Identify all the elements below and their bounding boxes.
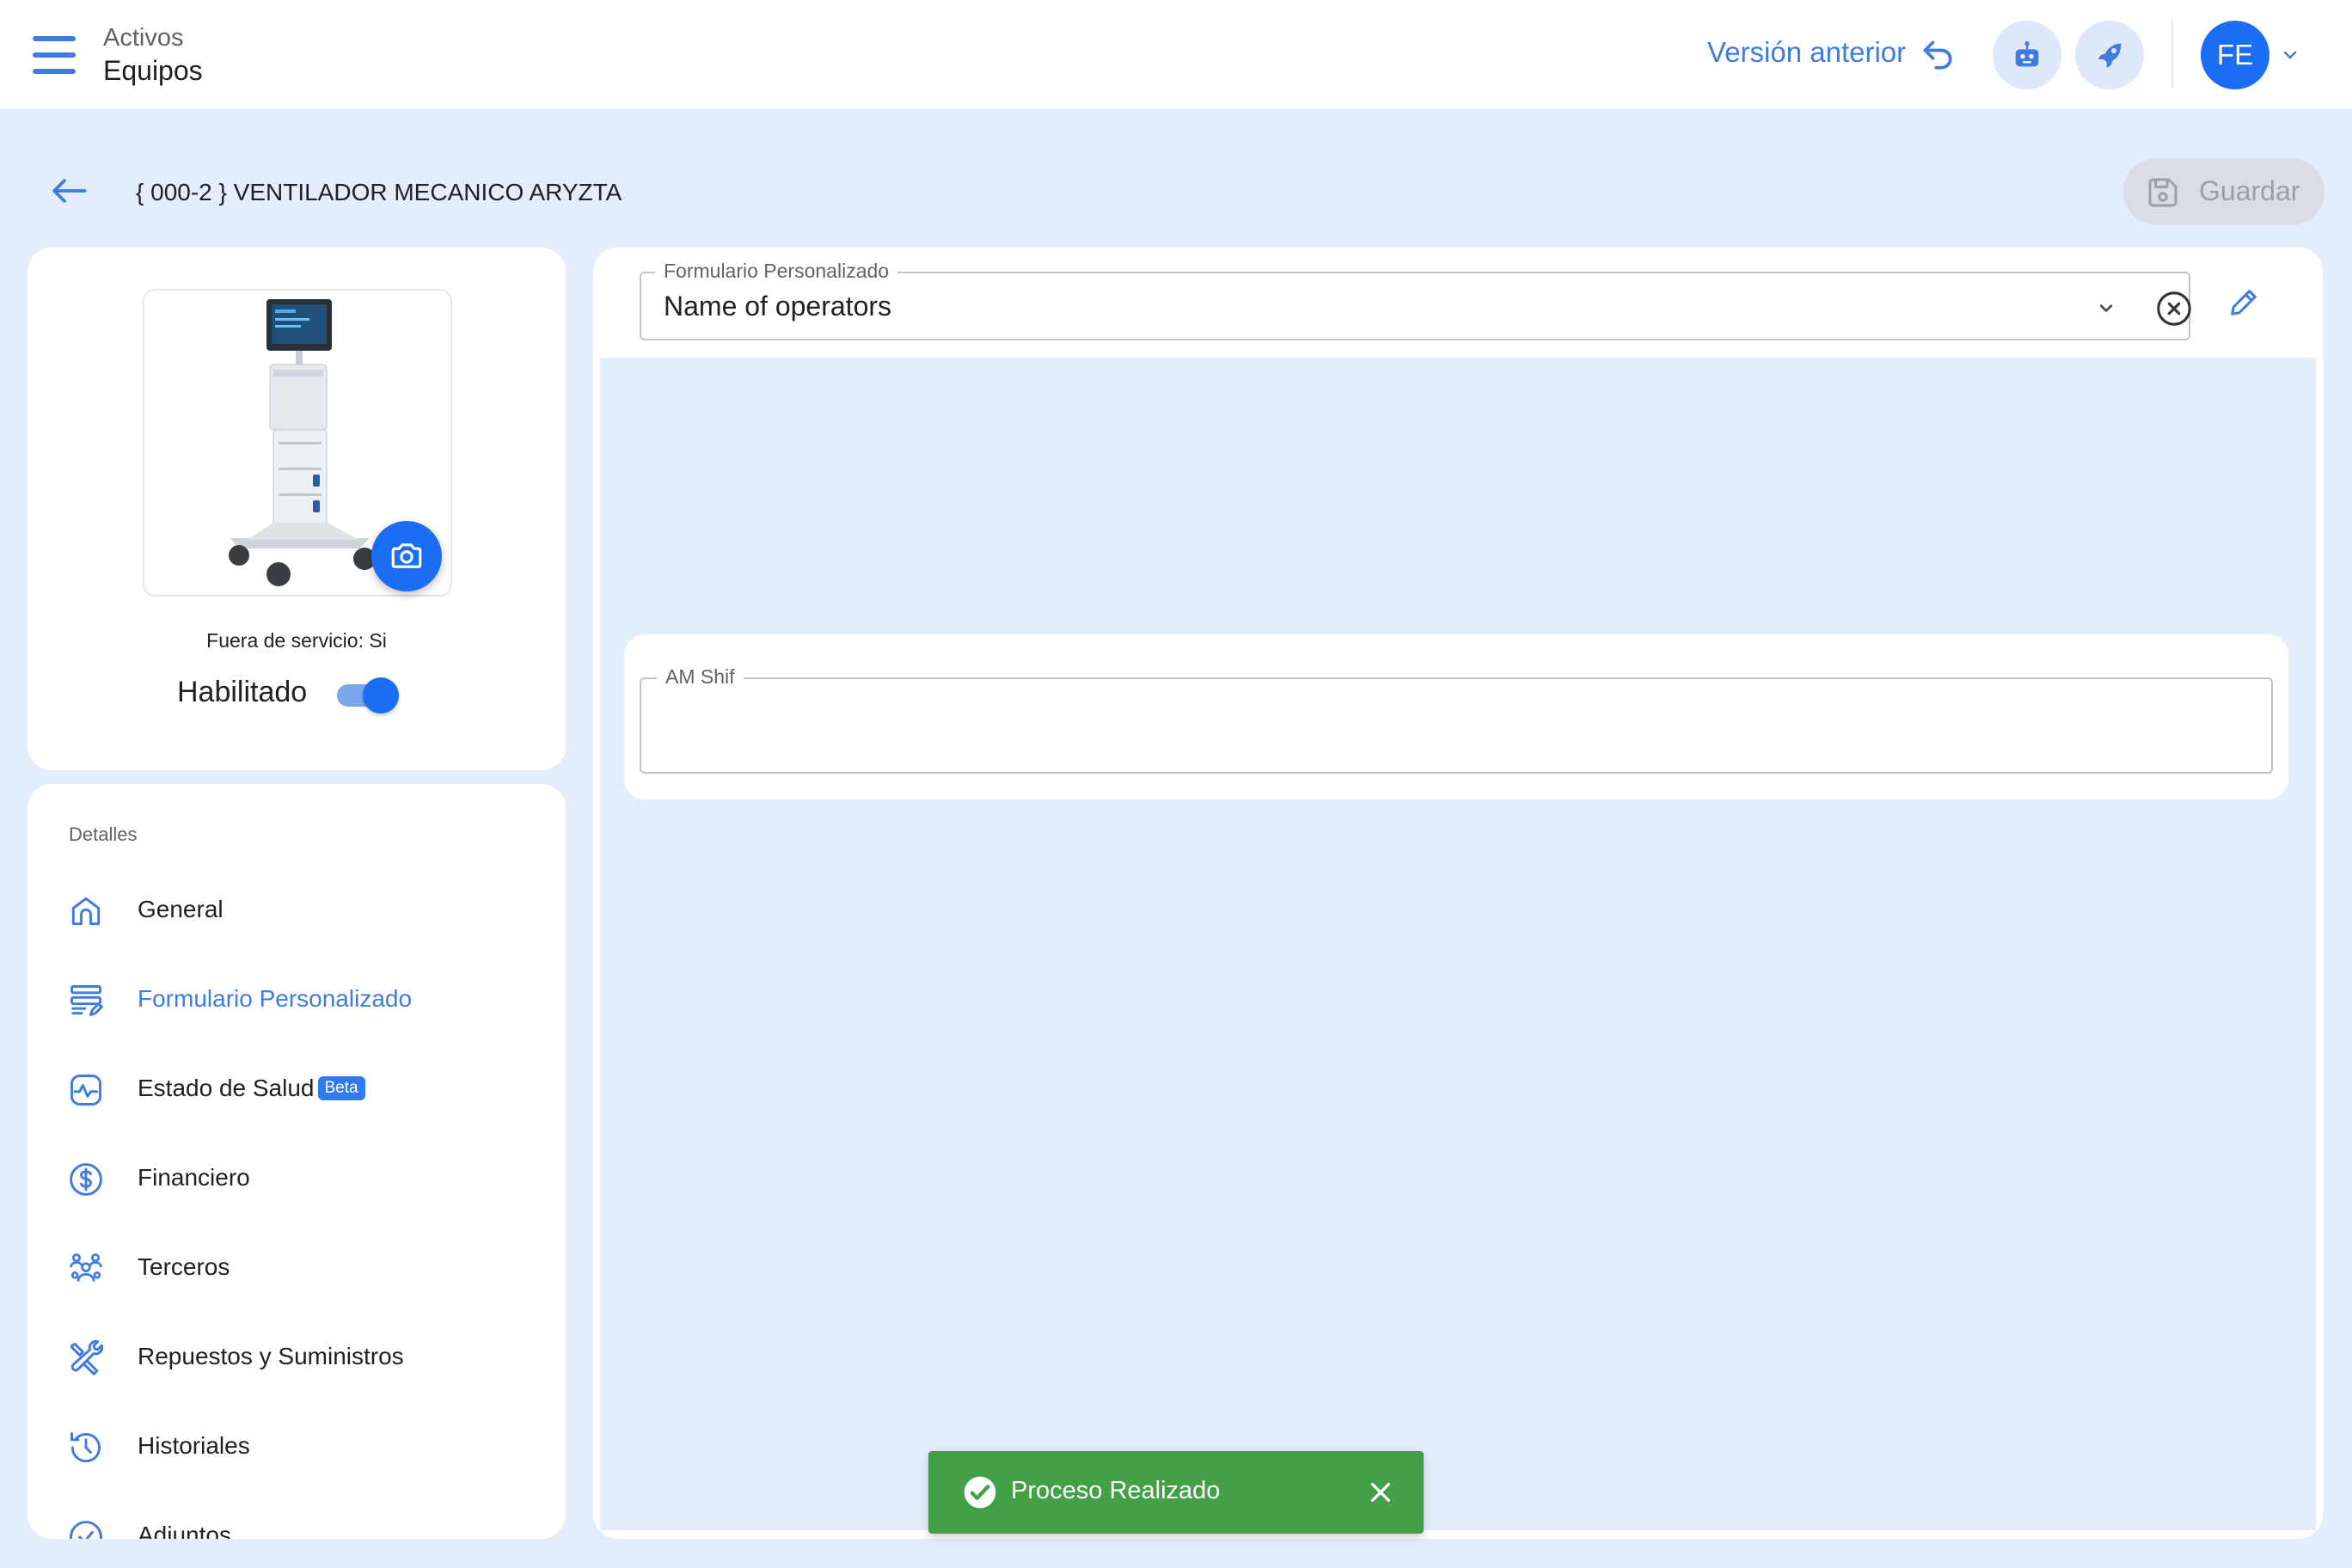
assistant-bot-button[interactable] xyxy=(1993,21,2061,89)
enabled-toggle[interactable] xyxy=(334,677,399,714)
previous-version-link[interactable]: Versión anterior xyxy=(1707,36,1906,69)
breadcrumb-current: Equipos xyxy=(103,55,203,86)
health-icon xyxy=(70,1075,101,1106)
nav-heading: Detalles xyxy=(69,824,138,845)
history-icon xyxy=(70,1432,101,1463)
people-icon xyxy=(70,1253,102,1282)
nav-item-attachments[interactable]: Adjuntos xyxy=(28,1501,566,1539)
form-body xyxy=(600,358,2316,1530)
nav-item-financial[interactable]: Financiero xyxy=(28,1143,566,1212)
asset-summary-panel: Fuera de servicio: Si Habilitado xyxy=(28,248,566,770)
change-photo-button[interactable] xyxy=(371,521,442,591)
nav-item-label: Adjuntos xyxy=(138,1522,231,1539)
header-divider xyxy=(2171,21,2173,88)
chevron-down-icon[interactable] xyxy=(2094,296,2118,320)
nav-item-histories[interactable]: Historiales xyxy=(28,1412,566,1480)
am-shift-label: AM Shif xyxy=(657,665,744,689)
save-button-label: Guardar xyxy=(2199,175,2300,206)
rocket-icon xyxy=(2098,43,2122,68)
nav-item-custom-form[interactable]: Formulario Personalizado xyxy=(28,965,566,1033)
tools-icon xyxy=(70,1339,104,1375)
dollar-icon xyxy=(70,1163,102,1196)
nav-item-text: Estado de Salud xyxy=(138,1075,315,1101)
am-shift-field[interactable]: AM Shif xyxy=(640,665,2273,774)
back-arrow-icon[interactable] xyxy=(50,175,88,206)
nav-item-label: Estado de Salud Beta xyxy=(138,1075,365,1102)
custom-form-select[interactable]: Formulario Personalizado Name of operato… xyxy=(640,260,2191,340)
menu-icon[interactable] xyxy=(33,36,76,74)
home-icon xyxy=(71,897,101,926)
nav-item-label: Formulario Personalizado xyxy=(138,985,413,1012)
close-icon[interactable] xyxy=(1367,1479,1394,1506)
nav-item-general[interactable]: General xyxy=(28,875,566,944)
beta-badge: Beta xyxy=(317,1076,365,1100)
nav-item-health-status[interactable]: Estado de Salud Beta xyxy=(28,1054,566,1123)
nav-item-label: Terceros xyxy=(138,1253,230,1280)
user-avatar[interactable]: FE xyxy=(2201,21,2269,89)
form-icon xyxy=(70,985,103,1016)
top-bar: Activos Equipos Versión anterior FE xyxy=(0,0,2352,108)
nav-item-label: Historiales xyxy=(138,1432,250,1459)
nav-item-label: Repuestos y Suministros xyxy=(138,1343,404,1369)
form-section-card: AM Shif xyxy=(624,634,2288,799)
snackbar-message: Proceso Realizado xyxy=(1011,1477,1221,1504)
success-snackbar: Proceso Realizado xyxy=(928,1451,1424,1534)
check-circle-icon xyxy=(964,1476,996,1509)
undo-icon[interactable] xyxy=(1919,36,1957,74)
save-button[interactable]: Guardar xyxy=(2123,158,2324,225)
out-of-service-status: Fuera de servicio: Si xyxy=(206,629,387,652)
nav-item-third-parties[interactable]: Terceros xyxy=(28,1233,566,1302)
save-icon xyxy=(2148,178,2177,207)
main-content: Formulario Personalizado Name of operato… xyxy=(593,248,2323,1539)
nav-item-label: General xyxy=(138,896,224,922)
select-label: Formulario Personalizado xyxy=(655,260,898,283)
page-title: { 000-2 } VENTILADOR MECANICO ARYZTA xyxy=(136,179,622,205)
robot-icon xyxy=(2015,41,2039,67)
select-value: Name of operators xyxy=(664,291,892,322)
toggle-knob xyxy=(363,677,399,714)
breadcrumb-parent[interactable]: Activos xyxy=(103,24,183,52)
attachment-icon xyxy=(70,1521,102,1539)
clear-icon[interactable] xyxy=(2154,289,2194,328)
details-nav-panel: Detalles General Formulario Personalizad… xyxy=(28,784,566,1539)
pencil-icon[interactable] xyxy=(2226,285,2261,320)
nav-item-label: Financiero xyxy=(138,1164,250,1191)
enabled-label: Habilitado xyxy=(177,676,308,708)
chevron-down-icon[interactable] xyxy=(2280,45,2300,65)
launch-button[interactable] xyxy=(2075,21,2144,89)
nav-item-parts-supplies[interactable]: Repuestos y Suministros xyxy=(28,1322,566,1391)
camera-icon xyxy=(391,543,422,568)
